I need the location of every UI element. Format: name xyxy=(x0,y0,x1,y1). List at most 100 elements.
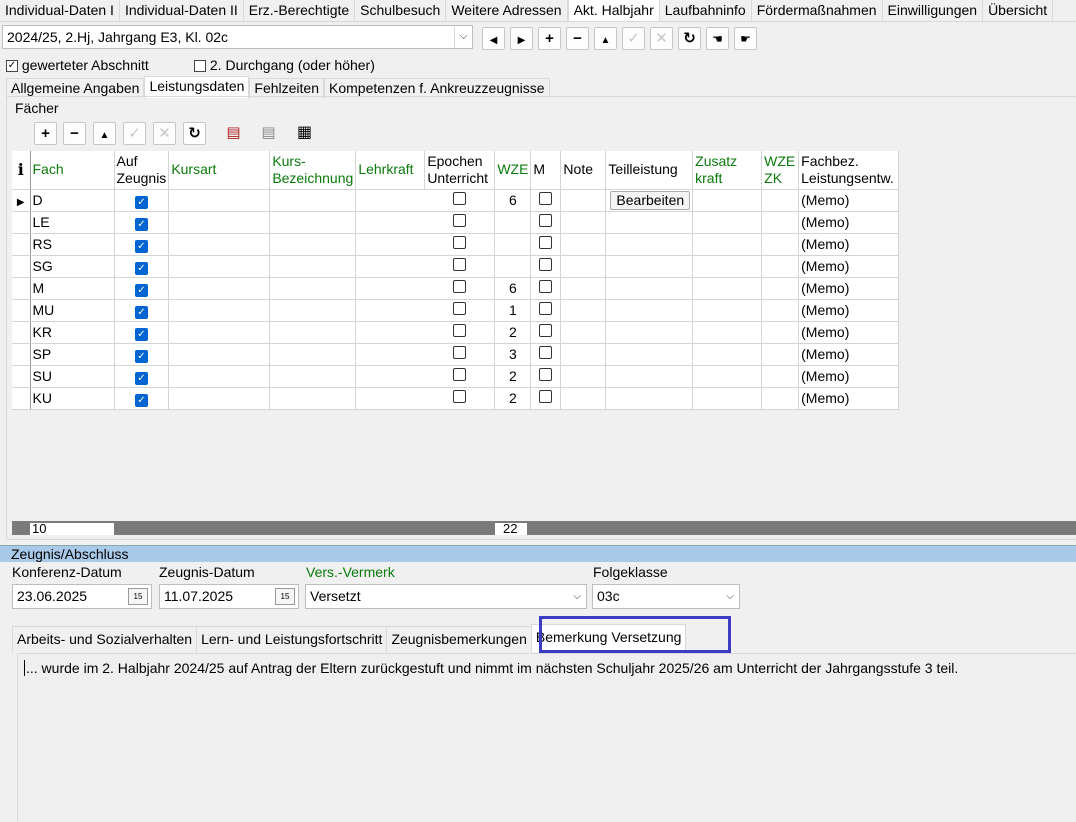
cell-kurs-bezeichnung[interactable] xyxy=(269,277,357,300)
checkbox-unchecked-icon[interactable] xyxy=(539,258,553,271)
pointer-left-button[interactable]: ☚ xyxy=(706,27,729,50)
table-row[interactable]: RS ✓ (Memo) xyxy=(12,233,900,256)
cell-m[interactable] xyxy=(530,365,562,388)
konferenz-datum-field[interactable]: 23.06.2025 15 xyxy=(12,584,152,609)
cell-kursart[interactable] xyxy=(168,211,271,234)
column-header-kurs-bezeichnung[interactable]: Kurs- Bezeichnung xyxy=(269,151,357,190)
cell-zusatzkraft[interactable] xyxy=(692,299,763,322)
refresh-button[interactable]: ↻ xyxy=(678,27,701,50)
checkbox-checked-icon[interactable]: ✓ xyxy=(134,349,148,363)
column-header-wze[interactable]: WZE xyxy=(494,151,532,190)
column-header-kursart[interactable]: Kursart xyxy=(168,151,271,190)
tab-uebersicht[interactable]: Übersicht xyxy=(983,0,1054,21)
table-row[interactable]: KR ✓ 2 (Memo) xyxy=(12,321,900,344)
cell-fachbez[interactable]: (Memo) xyxy=(798,189,900,212)
cell-fachbez[interactable]: (Memo) xyxy=(798,299,900,322)
cell-wze[interactable] xyxy=(494,255,532,278)
cell-lehrkraft[interactable] xyxy=(355,299,426,322)
cell-lehrkraft[interactable] xyxy=(355,343,426,366)
cancel-button[interactable]: ✕ xyxy=(650,27,673,50)
cell-lehrkraft[interactable] xyxy=(355,189,426,212)
cell-fach[interactable]: LE xyxy=(30,211,115,234)
column-header-lehrkraft[interactable]: Lehrkraft xyxy=(355,151,426,190)
cell-epochen[interactable] xyxy=(424,343,496,366)
cell-note[interactable] xyxy=(560,189,607,212)
checkbox-unchecked-icon[interactable] xyxy=(539,214,553,227)
column-header-fach[interactable]: Fach xyxy=(30,151,115,190)
checkbox-checked-icon[interactable]: ✓ xyxy=(134,283,148,297)
pointer-right-button[interactable]: ☛ xyxy=(734,27,757,50)
grid-add-button[interactable]: + xyxy=(34,122,57,145)
table-row[interactable]: MU ✓ 1 (Memo) xyxy=(12,299,900,322)
tab-akt-halbjahr[interactable]: Akt. Halbjahr xyxy=(567,0,660,21)
checkbox-checked-icon[interactable]: ✓ xyxy=(134,261,148,275)
checkbox-unchecked-icon[interactable] xyxy=(539,192,553,205)
cell-epochen[interactable] xyxy=(424,233,496,256)
column-header-zusatzkraft[interactable]: Zusatz kraft xyxy=(692,151,763,190)
cell-kursart[interactable] xyxy=(168,277,271,300)
cell-kursart[interactable] xyxy=(168,189,271,212)
checkbox-checked-icon[interactable]: ✓ xyxy=(134,217,148,231)
cell-fach[interactable]: MU xyxy=(30,299,115,322)
cell-auf-zeugnis[interactable]: ✓ xyxy=(114,321,170,344)
tab-fehlzeiten[interactable]: Fehlzeiten xyxy=(249,78,324,98)
grid-edit-button[interactable]: ▲ xyxy=(93,122,116,145)
checkbox-unchecked-icon[interactable] xyxy=(453,258,467,271)
tab-individual-daten-1[interactable]: Individual-Daten I xyxy=(0,0,120,21)
cell-wze[interactable]: 2 xyxy=(494,365,532,388)
cell-wze-zk[interactable] xyxy=(761,299,800,322)
cell-wze[interactable]: 1 xyxy=(494,299,532,322)
tab-schulbesuch[interactable]: Schulbesuch xyxy=(355,0,447,21)
cell-teilleistung[interactable]: Bearbeiten xyxy=(605,189,694,212)
cell-lehrkraft[interactable] xyxy=(355,365,426,388)
cell-m[interactable] xyxy=(530,299,562,322)
cell-kurs-bezeichnung[interactable] xyxy=(269,387,357,410)
chevron-down-icon[interactable]: ⌵ xyxy=(568,585,586,608)
checkbox-unchecked-icon[interactable] xyxy=(539,280,553,293)
zweiter-durchgang-checkbox[interactable]: 2. Durchgang (oder höher) xyxy=(194,57,375,73)
cell-fach[interactable]: RS xyxy=(30,233,115,256)
cell-lehrkraft[interactable] xyxy=(355,233,426,256)
cell-wze-zk[interactable] xyxy=(761,255,800,278)
checkbox-unchecked-icon[interactable] xyxy=(539,390,553,403)
cell-epochen[interactable] xyxy=(424,365,496,388)
cell-fachbez[interactable]: (Memo) xyxy=(798,321,900,344)
cell-kursart[interactable] xyxy=(168,343,271,366)
tab-leistungsdaten[interactable]: Leistungsdaten xyxy=(144,76,250,98)
cell-auf-zeugnis[interactable]: ✓ xyxy=(114,299,170,322)
cell-auf-zeugnis[interactable]: ✓ xyxy=(114,233,170,256)
cell-m[interactable] xyxy=(530,343,562,366)
cell-kursart[interactable] xyxy=(168,255,271,278)
tab-einwilligungen[interactable]: Einwilligungen xyxy=(883,0,984,21)
checkbox-checked-icon[interactable]: ✓ xyxy=(134,195,148,209)
cell-fachbez[interactable]: (Memo) xyxy=(798,343,900,366)
cell-m[interactable] xyxy=(530,321,562,344)
grid-cancel-button[interactable]: ✕ xyxy=(153,122,176,145)
cell-epochen[interactable] xyxy=(424,255,496,278)
info-column-header[interactable]: i xyxy=(12,151,31,190)
first-record-button[interactable]: ◀ xyxy=(482,27,505,50)
cell-fachbez[interactable]: (Memo) xyxy=(798,211,900,234)
tab-erz-berechtigte[interactable]: Erz.-Berechtigte xyxy=(244,0,356,21)
vers-vermerk-select[interactable]: Versetzt ⌵ xyxy=(305,584,587,609)
column-header-epochen[interactable]: Epochen Unterricht xyxy=(424,151,496,190)
checkbox-checked[interactable]: ✓ xyxy=(6,60,18,73)
cell-fach[interactable]: SU xyxy=(30,365,115,388)
cell-fach[interactable]: SG xyxy=(30,255,115,278)
checkbox-checked-icon[interactable]: ✓ xyxy=(134,239,148,253)
checkbox-unchecked-icon[interactable] xyxy=(539,236,553,249)
column-header-note[interactable]: Note xyxy=(560,151,607,190)
cell-kurs-bezeichnung[interactable] xyxy=(269,299,357,322)
cell-fach[interactable]: D xyxy=(30,189,115,212)
delete-button[interactable]: − xyxy=(566,27,589,50)
cell-wze[interactable]: 6 xyxy=(494,189,532,212)
edit-button[interactable]: ▲ xyxy=(594,27,617,50)
cell-zusatzkraft[interactable] xyxy=(692,211,763,234)
cell-epochen[interactable] xyxy=(424,321,496,344)
cell-wze-zk[interactable] xyxy=(761,233,800,256)
checkbox-unchecked-icon[interactable] xyxy=(539,346,553,359)
cell-kurs-bezeichnung[interactable] xyxy=(269,189,357,212)
cell-zusatzkraft[interactable] xyxy=(692,365,763,388)
cell-fachbez[interactable]: (Memo) xyxy=(798,387,900,410)
cell-wze-zk[interactable] xyxy=(761,387,800,410)
